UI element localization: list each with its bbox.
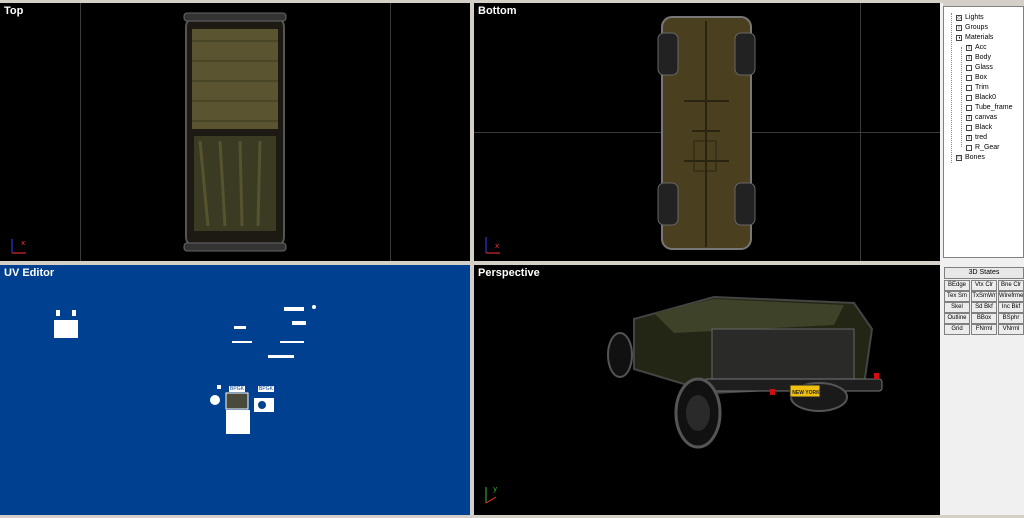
state-toggle-button[interactable]: BBox xyxy=(971,313,997,324)
tree-connector xyxy=(951,13,952,163)
viewport-top[interactable]: Top x xyxy=(0,3,471,261)
tree-item[interactable]: ◑ Materials xyxy=(956,33,993,43)
groups-icon: ○ xyxy=(956,25,962,31)
tree-item[interactable]: Tube_frame xyxy=(966,103,1012,113)
grid-line xyxy=(390,3,391,261)
states-panel: 3D States BEdge Vtx Clr Bne Clr Tex Sm TxSmW… xyxy=(943,265,1024,515)
tree-item[interactable]: Box xyxy=(966,73,987,83)
viewport-bottom[interactable]: Bottom x xyxy=(474,3,940,261)
states-title[interactable]: 3D States xyxy=(944,267,1024,279)
tree-item-label: Glass xyxy=(975,64,993,71)
viewport-title-perspective: Perspective xyxy=(478,267,540,279)
truck-bottom-view xyxy=(657,16,756,250)
viewport-uv-editor[interactable]: UV Editor BPGK BPGK xyxy=(0,265,470,515)
state-toggle-button[interactable]: VNrml xyxy=(998,324,1024,335)
state-toggle-button[interactable]: BSphr xyxy=(998,313,1024,324)
state-toggle-button[interactable]: FNrml xyxy=(971,324,997,335)
state-toggle-button[interactable]: Inc Bkf xyxy=(998,302,1024,313)
tree-item-label: R_Gear xyxy=(975,144,1000,151)
tree-item-label: Black0 xyxy=(975,94,997,101)
material-icon xyxy=(966,125,972,131)
tree-item[interactable]: T Acc xyxy=(966,43,987,53)
texture-icon: T xyxy=(966,135,972,141)
bones-icon: □ xyxy=(956,155,962,161)
materials-icon: ◑ xyxy=(956,35,962,41)
tree-item[interactable]: Tcanvas xyxy=(966,113,997,123)
grid-line xyxy=(80,3,81,261)
state-toggle-button[interactable]: Grid xyxy=(944,324,970,335)
tree-item[interactable]: Glass xyxy=(966,63,993,73)
material-icon xyxy=(966,95,972,101)
uv-label-2: BPGK xyxy=(258,386,274,392)
tree-item-label: tred xyxy=(975,134,988,141)
grid-line xyxy=(860,3,861,261)
tree-item-label: Acc xyxy=(975,44,987,51)
tree-item-label: Trim xyxy=(975,84,989,91)
svg-text:y: y xyxy=(493,485,497,493)
tree-item[interactable]: □ Bones xyxy=(956,153,985,163)
axis-gizmo-perspective: y xyxy=(485,485,497,504)
material-icon xyxy=(966,145,972,151)
tree-item-label: Groups xyxy=(965,24,988,31)
light-icon: ◇ xyxy=(956,15,962,21)
uv-label-1: BPGK xyxy=(229,386,245,392)
tree-item[interactable]: Black0 xyxy=(966,93,996,103)
truck-top-view xyxy=(183,12,287,252)
state-toggle-button[interactable]: BEdge xyxy=(944,280,970,291)
state-toggle-button[interactable]: Vtx Clr xyxy=(971,280,997,291)
axis-gizmo-top: x xyxy=(11,239,26,254)
tree-item-label: Tube_frame xyxy=(975,104,1013,111)
texture-icon: T xyxy=(966,115,972,121)
svg-text:x: x xyxy=(495,242,499,250)
tree-item-label: Body xyxy=(975,54,991,61)
material-icon xyxy=(966,105,972,111)
state-toggle-button[interactable]: Outline xyxy=(944,313,970,324)
tree-item[interactable]: Trim xyxy=(966,83,989,93)
tree-item[interactable]: Black xyxy=(966,123,992,133)
state-toggle-button[interactable]: Sd Bkf xyxy=(971,302,997,313)
state-toggle-button[interactable]: Wirefrme xyxy=(998,291,1024,302)
tree-item-label: Black xyxy=(975,124,993,131)
svg-text:x: x xyxy=(21,239,25,247)
state-toggle-button[interactable]: Bne Clr xyxy=(998,280,1024,291)
tree-item-label: canvas xyxy=(975,114,998,121)
tree-item-label: Materials xyxy=(965,34,994,41)
tree-item[interactable]: T Body xyxy=(966,53,991,63)
tree-connector xyxy=(961,47,962,147)
texture-icon: T xyxy=(966,45,972,51)
tree-item[interactable]: ◇ Lights xyxy=(956,13,984,23)
texture-icon: T xyxy=(966,55,972,61)
tree-item[interactable]: ○ Groups xyxy=(956,23,988,33)
tree-item[interactable]: Ttred xyxy=(966,133,987,143)
state-toggle-button[interactable]: Skel xyxy=(944,302,970,313)
scene-tree-panel[interactable]: ◇ Lights ○ Groups ◑ Materials T Acc T Body Glass Bo… xyxy=(943,6,1024,258)
tree-item-label: Bones xyxy=(965,154,985,161)
viewport-splitter-vertical[interactable] xyxy=(470,3,474,515)
material-icon xyxy=(966,65,972,71)
state-toggle-button[interactable]: TxSmWr xyxy=(971,291,997,302)
tree-item-label: Box xyxy=(975,74,988,81)
license-plate-text: NEW YORK xyxy=(792,390,820,396)
viewport-title-bottom: Bottom xyxy=(478,5,517,17)
material-icon xyxy=(966,85,972,91)
axis-gizmo-bottom: x xyxy=(485,237,500,254)
viewport-perspective[interactable]: Perspective NEW YORK y xyxy=(474,265,940,515)
state-toggle-button[interactable]: Tex Sm xyxy=(944,291,970,302)
material-icon xyxy=(966,75,972,81)
tree-item-label: Lights xyxy=(965,14,984,21)
tree-item[interactable]: R_Gear xyxy=(966,143,1000,153)
viewport-title-top: Top xyxy=(4,5,24,17)
truck-perspective-view xyxy=(607,295,883,449)
